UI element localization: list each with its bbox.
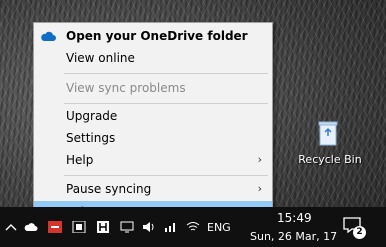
menu-item-upgrade[interactable]: Upgrade <box>34 105 272 127</box>
notification-center-button[interactable]: 2 <box>343 217 366 239</box>
onedrive-context-menu: Open your OneDrive folder View online Vi… <box>33 22 273 225</box>
app-icon[interactable] <box>72 221 86 233</box>
menu-separator <box>64 175 268 176</box>
language-indicator[interactable]: ENG <box>207 221 231 234</box>
chevron-up-icon[interactable] <box>4 221 18 233</box>
menu-item-view-online[interactable]: View online <box>34 47 272 69</box>
submenu-chevron-icon: › <box>257 182 262 195</box>
taskbar: ENG 15:49 Sun, 26 Mar, 17 2 <box>0 207 386 247</box>
menu-item-label: View sync problems <box>66 81 186 95</box>
recycle-bin-label: Recycle Bin <box>298 153 362 166</box>
notification-count-badge: 2 <box>353 226 366 239</box>
menu-item-label: Open your OneDrive folder <box>66 29 248 43</box>
onedrive-cloud-icon <box>41 31 56 41</box>
menu-item-help[interactable]: Help › <box>34 149 272 171</box>
menu-item-label: Settings <box>66 131 116 145</box>
app-h-icon[interactable] <box>96 221 110 233</box>
menu-separator <box>64 103 268 104</box>
menu-item-label: Pause syncing <box>66 182 152 196</box>
submenu-chevron-icon: › <box>257 153 262 166</box>
onedrive-tray-icon[interactable] <box>24 221 38 233</box>
menu-item-label: Help <box>66 153 94 167</box>
menu-item-label: Upgrade <box>66 109 118 123</box>
menu-item-label: View online <box>66 51 135 65</box>
menu-item-open-folder[interactable]: Open your OneDrive folder <box>34 25 272 47</box>
volume-icon[interactable] <box>142 221 156 233</box>
adobe-icon[interactable] <box>48 221 62 233</box>
recycle-bin-shortcut[interactable]: Recycle Bin <box>297 118 363 168</box>
monitor-icon[interactable] <box>120 221 134 233</box>
menu-separator <box>64 73 268 74</box>
clock-date[interactable]: Sun, 26 Mar, 17 <box>250 230 337 243</box>
network-icon[interactable] <box>164 221 178 233</box>
menu-item-view-sync-problems: View sync problems <box>34 77 272 99</box>
clock-time[interactable]: 15:49 <box>277 211 312 225</box>
menu-item-pause-syncing[interactable]: Pause syncing › <box>34 178 272 200</box>
wifi-icon[interactable] <box>186 221 200 233</box>
menu-item-settings[interactable]: Settings <box>34 127 272 149</box>
recycle-bin-icon <box>318 121 338 146</box>
